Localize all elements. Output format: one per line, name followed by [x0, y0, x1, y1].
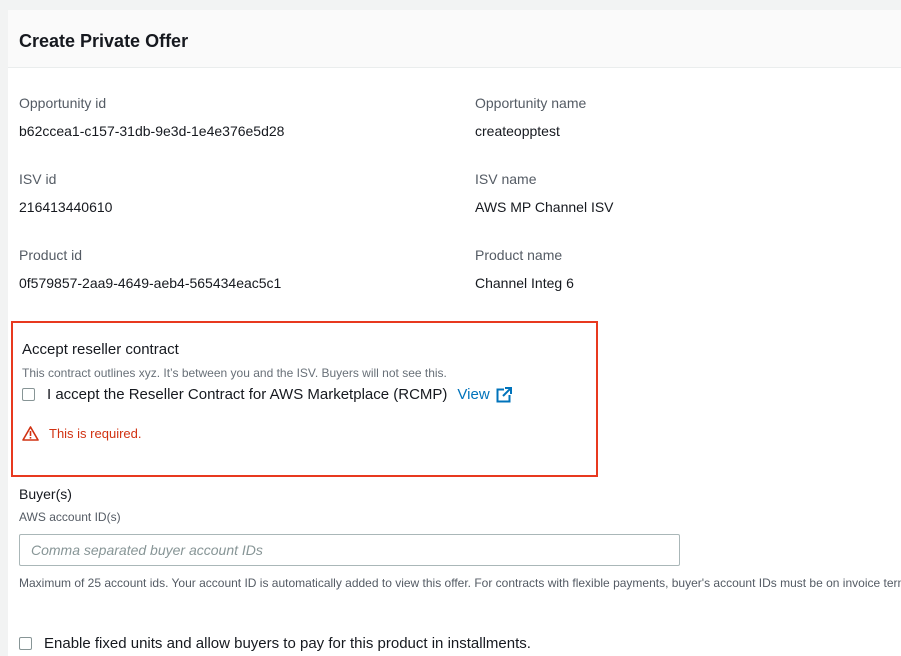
opportunity-id-label: Opportunity id: [19, 95, 107, 111]
opportunity-id-field: Opportunity id b62ccea1-c157-31db-9e3d-1…: [19, 94, 284, 140]
buyers-help-text: Maximum of 25 account ids. Your account …: [19, 576, 901, 590]
isv-name-field: ISV name AWS MP Channel ISV: [475, 170, 614, 216]
isv-id-label: ISV id: [19, 171, 57, 187]
accept-contract-label[interactable]: I accept the Reseller Contract for AWS M…: [47, 386, 447, 403]
opportunity-id-value: b62ccea1-c157-31db-9e3d-1e4e376e5d28: [19, 123, 285, 139]
page-title: Create Private Offer: [19, 31, 189, 51]
opportunity-name-field: Opportunity name createopptest: [475, 94, 586, 140]
isv-id-value: 216413440610: [19, 199, 113, 215]
product-id-value: 0f579857-2aa9-4649-aeb4-565434eac5c1: [19, 275, 282, 291]
reseller-contract-section: Accept reseller contract This contract o…: [11, 321, 598, 477]
opportunity-name-label: Opportunity name: [475, 95, 587, 111]
warning-icon: [22, 426, 39, 441]
product-name-label: Product name: [475, 247, 563, 263]
product-name-field: Product name Channel Integ 6: [475, 246, 574, 292]
isv-name-value: AWS MP Channel ISV: [475, 199, 614, 215]
view-link-label[interactable]: View: [457, 386, 489, 403]
product-id-label: Product id: [19, 247, 83, 263]
accept-contract-row: I accept the Reseller Contract for AWS M…: [22, 386, 512, 403]
contract-description: This contract outlines xyz. It’s between…: [22, 366, 447, 380]
view-contract-link[interactable]: View: [457, 386, 512, 403]
external-link-icon: [496, 386, 512, 402]
isv-id-field: ISV id 216413440610: [19, 170, 112, 216]
opportunity-name-value: createopptest: [475, 123, 560, 139]
contract-title: Accept reseller contract: [22, 341, 179, 358]
isv-name-label: ISV name: [475, 171, 537, 187]
buyer-account-ids-input[interactable]: [19, 534, 680, 566]
installments-checkbox[interactable]: [19, 637, 32, 650]
create-private-offer-panel: Create Private Offer Opportunity id b62c…: [8, 10, 901, 656]
product-name-value: Channel Integ 6: [475, 275, 574, 291]
contract-error: This is required.: [22, 426, 141, 441]
accept-contract-checkbox[interactable]: [22, 388, 35, 401]
installments-label[interactable]: Enable fixed units and allow buyers to p…: [44, 635, 531, 652]
panel-header: Create Private Offer: [8, 10, 901, 68]
product-id-field: Product id 0f579857-2aa9-4649-aeb4-56543…: [19, 246, 281, 292]
installments-row: Enable fixed units and allow buyers to p…: [19, 635, 531, 652]
buyers-title: Buyer(s): [19, 486, 72, 502]
aws-account-ids-label: AWS account ID(s): [19, 510, 121, 524]
contract-error-text: This is required.: [49, 426, 142, 441]
